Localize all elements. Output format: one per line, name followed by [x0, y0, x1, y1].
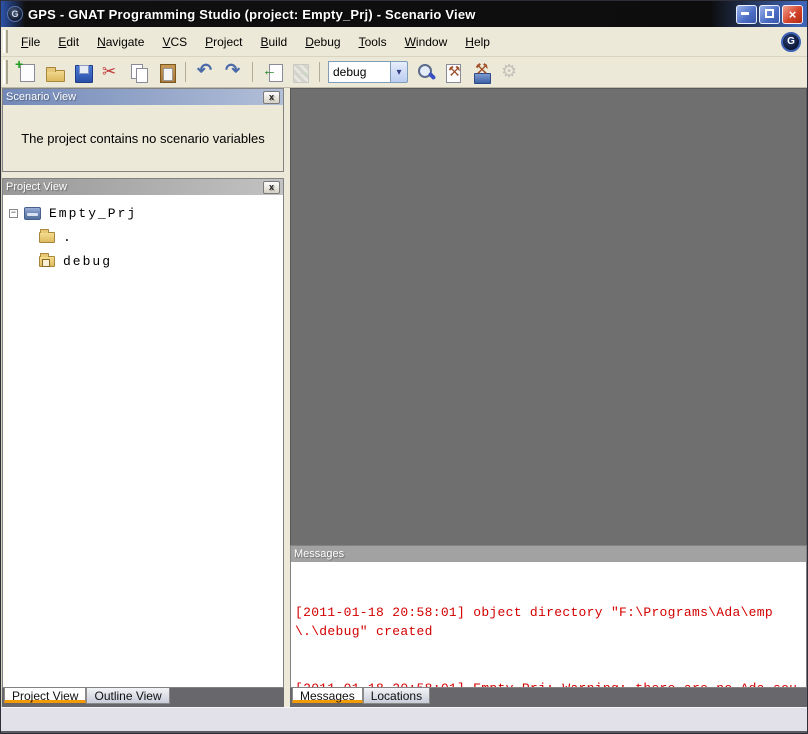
scenario-view-body: The project contains no scenario variabl…	[3, 105, 283, 171]
menubar-grip[interactable]	[3, 29, 8, 54]
cut-button[interactable]	[97, 59, 123, 85]
combo-dropdown-button[interactable]: ▾	[390, 61, 408, 83]
paste-button[interactable]	[153, 59, 179, 85]
paste-icon	[154, 60, 178, 84]
interrupt-button	[496, 59, 522, 85]
tab-locations[interactable]: Locations	[362, 688, 431, 704]
project-view-title: Project View	[6, 181, 67, 193]
toolbar-separator	[252, 62, 253, 82]
project-view-panel: Project View x − Empty_Prj . debug	[2, 178, 284, 688]
toolbar: ▾	[1, 56, 807, 88]
menu-build[interactable]: Build	[251, 31, 296, 53]
messages-titlebar[interactable]: Messages	[291, 546, 806, 562]
editor-workspace	[290, 88, 807, 545]
go-forward-button	[287, 59, 313, 85]
undo-button[interactable]	[192, 59, 218, 85]
scenario-empty-message: The project contains no scenario variabl…	[21, 130, 265, 146]
maximize-button[interactable]	[759, 4, 780, 24]
scenario-view-titlebar[interactable]: Scenario View x	[3, 89, 283, 105]
search-icon	[413, 60, 437, 84]
maximize-icon	[765, 8, 774, 18]
tab-project-view[interactable]: Project View	[4, 688, 87, 703]
toolbar-grip[interactable]	[3, 60, 8, 84]
left-tabstrip: Project View Outline View	[2, 688, 284, 707]
new-file-icon	[14, 56, 38, 84]
tree-row-source-dir[interactable]: .	[3, 225, 283, 249]
build-all-button[interactable]	[468, 59, 494, 85]
search-button[interactable]	[412, 59, 438, 85]
window-controls: ×	[736, 4, 803, 24]
main-area: Scenario View x The project contains no …	[1, 88, 807, 707]
menu-file[interactable]: File	[12, 31, 49, 53]
save-icon	[70, 60, 94, 84]
tab-outline-view[interactable]: Outline View	[86, 688, 170, 704]
new-file-button[interactable]	[13, 56, 39, 85]
copy-button[interactable]	[125, 59, 151, 85]
build-all-icon	[469, 60, 493, 84]
menu-project[interactable]: Project	[196, 31, 251, 53]
build-file-button[interactable]	[440, 59, 466, 85]
messages-console: [2011-01-18 20:58:01] object directory "…	[291, 562, 806, 687]
project-view-titlebar[interactable]: Project View x	[3, 179, 283, 195]
go-back-icon	[260, 60, 284, 84]
folder-open-icon	[39, 228, 55, 243]
messages-panel: Messages [2011-01-18 20:58:01] object di…	[290, 545, 807, 688]
window-title: GPS - GNAT Programming Studio (project: …	[28, 6, 476, 22]
scenario-view-panel: Scenario View x The project contains no …	[2, 88, 284, 172]
gps-window: G GPS - GNAT Programming Studio (project…	[0, 0, 808, 734]
scenario-view-title: Scenario View	[6, 91, 77, 103]
gps-app-icon: G	[7, 6, 23, 22]
open-folder-icon	[42, 60, 66, 84]
menu-help[interactable]: Help	[456, 31, 499, 53]
scenario-selector-input[interactable]	[328, 61, 390, 83]
folder-object-icon	[39, 252, 55, 267]
right-tabstrip: Messages Locations	[290, 688, 807, 707]
scenario-view-close-button[interactable]: x	[263, 90, 280, 104]
build-file-icon	[441, 60, 465, 84]
save-button[interactable]	[69, 59, 95, 85]
menu-vcs[interactable]: VCS	[153, 31, 196, 53]
interrupt-gear-icon	[497, 60, 521, 84]
toolbar-separator	[319, 62, 320, 82]
gnat-logo-icon: G	[781, 31, 801, 52]
project-view-close-button[interactable]: x	[263, 180, 280, 194]
tree-node-label[interactable]: .	[63, 230, 73, 245]
titlebar[interactable]: G GPS - GNAT Programming Studio (project…	[1, 1, 807, 27]
copy-icon	[126, 60, 150, 84]
tree-node-label[interactable]: debug	[63, 254, 112, 269]
right-column: Messages [2011-01-18 20:58:01] object di…	[290, 88, 807, 707]
undo-icon	[193, 60, 217, 84]
minimize-icon	[741, 11, 749, 15]
minimize-button[interactable]	[736, 4, 757, 24]
project-tree: − Empty_Prj . debug	[3, 195, 283, 687]
tree-row-project[interactable]: − Empty_Prj	[3, 201, 283, 225]
menu-edit[interactable]: Edit	[49, 31, 88, 53]
message-line: [2011-01-18 20:58:01] object directory "…	[295, 605, 773, 639]
messages-title: Messages	[294, 548, 345, 560]
expander-icon[interactable]: −	[9, 208, 18, 218]
menu-tools[interactable]: Tools	[350, 31, 396, 53]
menu-debug[interactable]: Debug	[296, 31, 349, 53]
message-line: [2011-01-18 20:58:01] Empty_Prj: Warning…	[295, 679, 802, 687]
toolbar-separator	[185, 62, 186, 82]
menu-window[interactable]: Window	[396, 31, 457, 53]
project-icon	[24, 206, 41, 220]
tree-node-label[interactable]: Empty_Prj	[49, 206, 137, 221]
cut-icon	[98, 60, 122, 84]
close-button[interactable]: ×	[782, 4, 803, 24]
scenario-selector: ▾	[328, 61, 408, 83]
tree-row-object-dir[interactable]: debug	[3, 249, 283, 273]
tab-messages[interactable]: Messages	[292, 688, 363, 703]
menubar: File Edit Navigate VCS Project Build Deb…	[1, 27, 807, 57]
menu-navigate[interactable]: Navigate	[88, 31, 153, 53]
open-file-button[interactable]	[41, 59, 67, 85]
left-column: Scenario View x The project contains no …	[1, 88, 284, 707]
redo-button[interactable]	[220, 59, 246, 85]
status-bar	[1, 707, 807, 733]
go-back-button[interactable]	[259, 59, 285, 85]
chevron-down-icon: ▾	[396, 66, 402, 78]
redo-icon	[221, 60, 245, 84]
go-forward-icon	[288, 60, 312, 84]
